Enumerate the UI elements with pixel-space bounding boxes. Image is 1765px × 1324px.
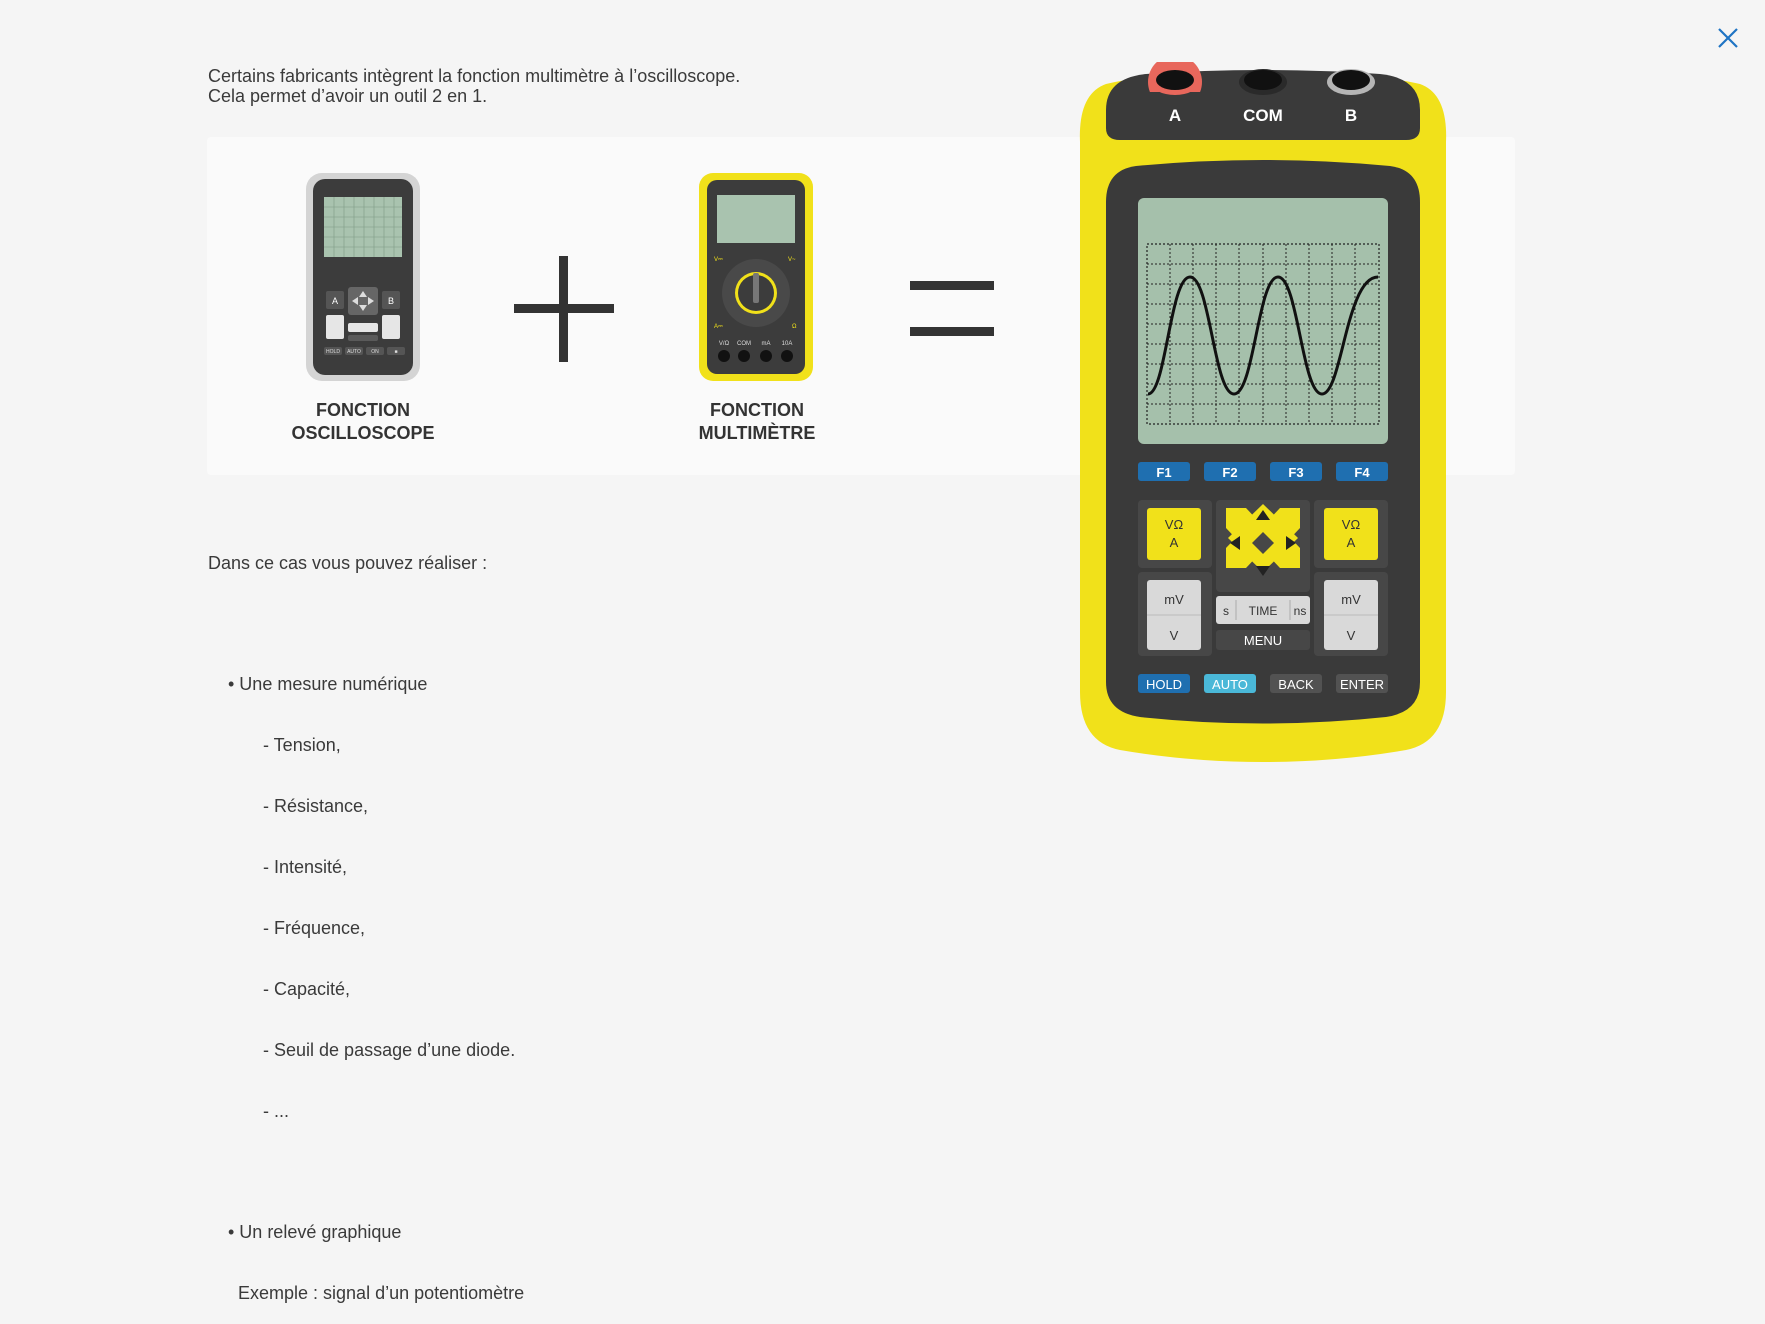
small-osc-btn-b: B [388,296,394,306]
time-s-label: s [1223,604,1229,618]
jack-label-b: B [1345,106,1357,125]
small-multi-corner-bl: A⎓ [714,324,723,330]
intro-text: Certains fabricants intègrent la fonctio… [208,66,740,106]
small-multi-jack-label-10a: 10A [782,341,793,347]
description-line: - Intensité, [208,857,348,878]
description-line: - ... [208,1100,290,1121]
hold-label: HOLD [1146,677,1182,692]
small-multi-corner-tr: V~ [788,257,796,263]
left-mv-label: mV [1164,592,1184,607]
jack-label-a: A [1169,106,1181,125]
oscilloscope-label-line-2: OSCILLOSCOPE [291,423,435,443]
small-osc-square: ■ [394,349,397,355]
left-v-label: V [1170,628,1179,643]
left-vohm-label: VΩ [1165,517,1184,532]
small-osc-hold: HOLD [326,349,340,355]
left-amp-label: A [1170,535,1179,550]
left-voltohm-amp-button[interactable] [1147,508,1201,560]
multimeter-label-line-1: FONCTION [710,400,804,420]
oscilloscope-illustration: A B HOLD AUTO ON ■ [306,173,420,381]
right-mv-label: mV [1341,592,1361,607]
close-icon [1718,28,1738,48]
auto-label: AUTO [1212,677,1248,692]
description-text: Dans ce cas vous pouvez réaliser : • Une… [208,512,524,1324]
time-ns-label: ns [1294,604,1307,618]
small-multi-jack-label-vohm: V/Ω [719,341,730,347]
jack-label-com: COM [1243,106,1283,125]
close-button[interactable] [1712,22,1744,54]
f4-label: F4 [1354,465,1370,480]
right-voltohm-amp-button[interactable] [1324,508,1378,560]
enter-label: ENTER [1340,677,1384,692]
time-label: TIME [1249,604,1278,618]
f3-label: F3 [1288,465,1303,480]
multimeter-label-line-2: MULTIMÈTRE [698,423,816,443]
oscilloscope-multimeter-device: A COM B F1 F2 F3 F4 VΩ A VΩ A mV V mV V … [1079,62,1447,762]
description-line: Exemple : signal d’un potentiomètre [208,1283,525,1304]
plus-icon [514,256,614,362]
small-osc-auto: AUTO [347,349,361,355]
description-line [208,613,524,633]
menu-label: MENU [1244,633,1282,648]
description-line [208,1162,524,1182]
right-vohm-label: VΩ [1342,517,1361,532]
small-osc-btn-a: A [332,296,338,306]
oscilloscope-label-line-1: FONCTION [316,400,410,420]
equals-icon [910,281,994,336]
right-amp-label: A [1347,535,1356,550]
intro-line-2: Cela permet d’avoir un outil 2 en 1. [208,86,488,106]
description-line: Dans ce cas vous pouvez réaliser : [208,552,488,573]
description-line: - Résistance, [208,796,369,817]
right-v-label: V [1347,628,1356,643]
f1-label: F1 [1156,465,1171,480]
description-line: - Fréquence, [208,917,366,938]
description-line: - Capacité, [208,978,351,999]
small-multi-corner-tl: V⎓ [714,257,723,263]
multimeter-label: FONCTION MULTIMÈTRE [677,399,837,445]
f2-label: F2 [1222,465,1237,480]
description-line: • Une mesure numérique [208,674,428,695]
small-multi-corner-br: Ω [792,324,797,330]
description-line: - Seuil de passage d’une diode. [208,1039,516,1060]
small-osc-on: ON [371,349,379,355]
description-line: - Tension, [208,735,341,756]
small-multi-jack-label-ma: mA [762,341,771,347]
oscilloscope-label: FONCTION OSCILLOSCOPE [283,399,443,445]
small-multi-jack-label-com: COM [737,341,751,347]
description-line: • Un relevé graphique [208,1222,402,1243]
back-label: BACK [1278,677,1314,692]
multimeter-illustration: V⎓ V~ A⎓ Ω V/Ω COM mA 10A [699,173,813,381]
intro-line-1: Certains fabricants intègrent la fonctio… [208,66,741,86]
